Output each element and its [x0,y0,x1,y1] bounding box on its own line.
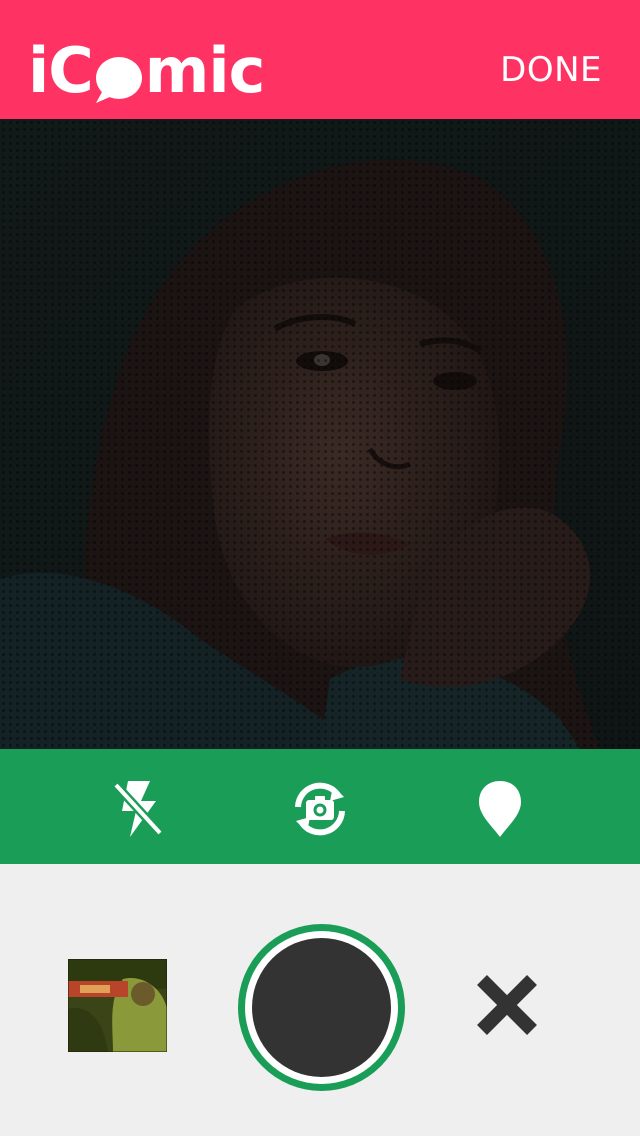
shutter-ring [245,931,398,1084]
app-logo: iC mic [28,32,266,107]
flash-off-icon [112,781,164,837]
thumbnail-image [68,959,167,1052]
last-photo-thumbnail[interactable] [68,959,167,1052]
capture-area [0,864,640,1136]
camera-screen: iC mic DONE [0,0,640,1136]
flash-toggle-button[interactable] [106,777,170,841]
shutter-button[interactable] [238,924,405,1091]
app-header: iC mic DONE [0,0,640,119]
speech-bubble-icon [94,50,144,104]
location-pin-icon [479,781,521,837]
logo-suffix: mic [144,34,266,107]
switch-camera-button[interactable] [288,777,352,841]
camera-viewfinder[interactable] [0,119,640,749]
camera-controls-bar [0,749,640,864]
done-button[interactable]: DONE [500,50,602,90]
switch-camera-icon [295,782,345,836]
close-icon [477,975,537,1035]
logo-prefix: iC [28,34,94,107]
close-button[interactable] [474,972,540,1038]
location-button[interactable] [468,777,532,841]
shutter-core [252,938,391,1077]
viewfinder-preview-image [0,119,640,749]
